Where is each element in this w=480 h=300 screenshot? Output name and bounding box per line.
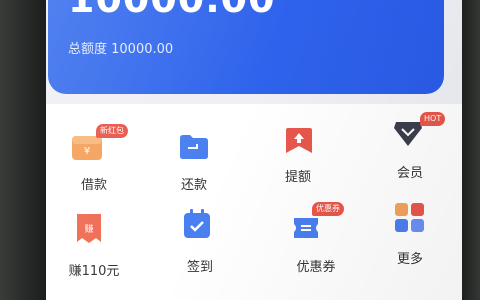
menu-label-earn: 赚110元: [68, 264, 120, 279]
menu-label-vip: 会员: [396, 166, 423, 181]
badge-hot: HOT: [420, 112, 446, 126]
badge-coupon: 优惠券: [312, 202, 344, 216]
menu-label-checkin: 签到: [186, 260, 213, 275]
credit-amount: 10000.00: [68, 0, 276, 18]
grid-more-icon: [394, 202, 426, 238]
svg-text:¥: ¥: [84, 146, 90, 157]
menu-label-borrow: 借款: [80, 178, 107, 193]
menu-item-borrow[interactable]: ¥ 新红包 借款: [46, 124, 142, 204]
menu-item-checkin[interactable]: 签到: [152, 208, 248, 288]
menu-label-coupon: 优惠券: [296, 260, 336, 275]
menu-item-raise-limit[interactable]: 提额: [250, 124, 346, 204]
earn-ticket-icon: 赚: [74, 212, 104, 250]
credit-limit-card: 10000.00 总额度 10000.00: [48, 0, 444, 94]
device-bezel-left: [0, 0, 48, 300]
menu-item-more[interactable]: 更多: [362, 196, 458, 276]
menu-label-more: 更多: [396, 252, 423, 267]
menu-item-coupon[interactable]: 优惠券 优惠券: [268, 200, 364, 280]
menu-label-repay: 还款: [180, 178, 207, 193]
menu-item-earn[interactable]: 赚 赚110元: [46, 208, 142, 288]
coupon-icon: [292, 216, 320, 244]
calendar-check-icon: [182, 208, 212, 244]
menu-label-raise-limit: 提额: [284, 170, 311, 185]
badge-new-redpacket: 新红包: [96, 124, 128, 138]
service-menu: ¥ 新红包 借款 还款 提额 HOT 会员 赚 赚110元 签到 优惠券 优惠券…: [46, 104, 462, 300]
total-limit-label: 总额度 10000.00: [68, 42, 174, 57]
folder-repay-icon: [178, 132, 210, 164]
phone-screen: 10000.00 总额度 10000.00 ¥ 新红包 借款: [46, 0, 462, 300]
svg-text:赚: 赚: [84, 223, 93, 235]
device-bezel-right: [460, 0, 480, 300]
menu-item-repay[interactable]: 还款: [146, 124, 242, 204]
menu-item-vip[interactable]: HOT 会员: [362, 112, 458, 192]
limit-up-icon: [284, 126, 314, 160]
